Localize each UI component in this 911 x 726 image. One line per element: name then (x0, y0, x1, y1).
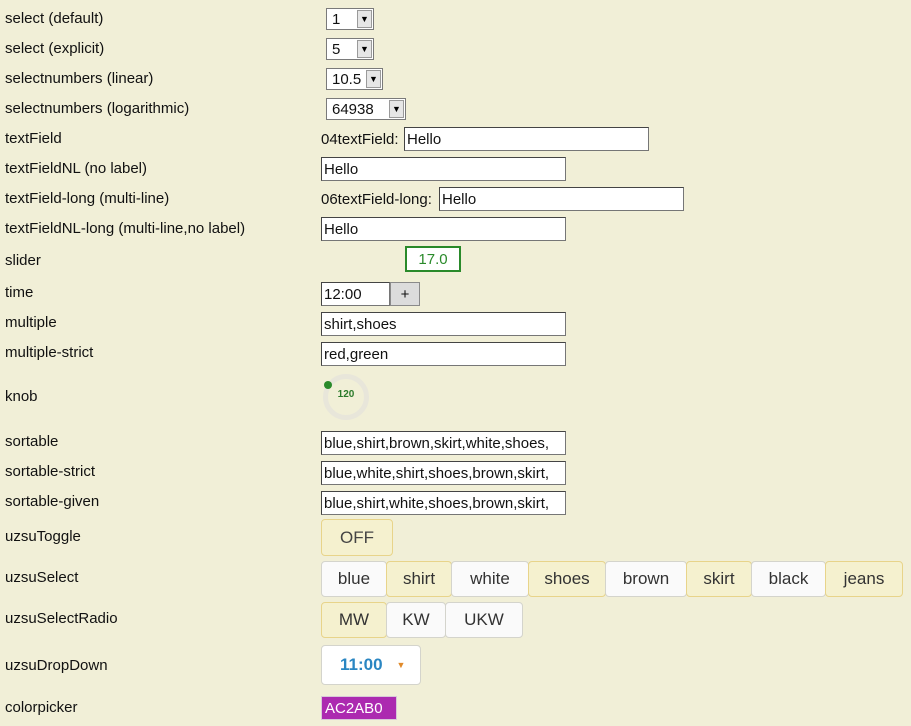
select-default-value: 1 (332, 10, 341, 28)
label-slider: slider (5, 252, 41, 269)
label-uzsu-dropdown: uzsuDropDown (5, 657, 108, 674)
label-colorpicker: colorpicker (5, 699, 78, 716)
label-multiple-strict: multiple-strict (5, 344, 94, 361)
textfield-input[interactable] (404, 127, 649, 151)
slider-value[interactable]: 17.0 (405, 246, 461, 272)
sortable-strict-input[interactable] (321, 461, 566, 485)
uzsu-dropdown-value: 11:00 (340, 655, 383, 674)
chevron-down-icon[interactable]: ▼ (389, 100, 404, 118)
selectnumbers-linear[interactable]: 10.5 ▼ (326, 68, 383, 90)
chevron-down-icon[interactable]: ▼ (357, 10, 372, 28)
uzsu-select-option-white[interactable]: white (451, 561, 529, 597)
chevron-down-icon[interactable]: ▼ (357, 40, 372, 58)
uzsu-select-option-shoes[interactable]: shoes (528, 561, 606, 597)
multiple-strict-input[interactable] (321, 342, 566, 366)
label-uzsu-select-radio: uzsuSelectRadio (5, 610, 118, 627)
uzsu-select-option-blue[interactable]: blue (321, 561, 387, 597)
textfield-long-prefix: 06textField-long: (321, 191, 432, 208)
uzsu-select-option-jeans[interactable]: jeans (825, 561, 903, 597)
label-uzsu-toggle: uzsuToggle (5, 528, 81, 545)
uzsu-radio-group: MW KW UKW (321, 602, 523, 638)
textfield-prefix: 04textField: (321, 131, 399, 148)
time-input[interactable] (321, 282, 390, 306)
label-selectnumbers-log: selectnumbers (logarithmic) (5, 100, 190, 117)
uzsu-select-option-brown[interactable]: brown (605, 561, 687, 597)
label-textfieldnl-long: textFieldNL-long (multi-line,no label) (5, 220, 246, 237)
time-add-button[interactable]: + (390, 282, 420, 306)
select-explicit[interactable]: 5 ▼ (326, 38, 374, 60)
textfieldnl-long-input[interactable] (321, 217, 566, 241)
select-default[interactable]: 1 ▼ (326, 8, 374, 30)
label-select-explicit: select (explicit) (5, 40, 105, 57)
label-multiple: multiple (5, 314, 57, 331)
textfield-long-input[interactable] (439, 187, 684, 211)
sortable-given-input[interactable] (321, 491, 566, 515)
uzsu-select-option-black[interactable]: black (751, 561, 826, 597)
label-selectnumbers-linear: selectnumbers (linear) (5, 70, 154, 87)
chevron-down-icon[interactable]: ▼ (366, 70, 381, 88)
uzsu-radio-option-mw[interactable]: MW (321, 602, 387, 638)
uzsu-select-option-skirt[interactable]: skirt (686, 561, 752, 597)
colorpicker-swatch[interactable]: AC2AB0 (321, 696, 397, 720)
selectnumbers-log[interactable]: 64938 ▼ (326, 98, 406, 120)
label-textfieldnl: textFieldNL (no label) (5, 160, 148, 177)
select-explicit-value: 5 (332, 40, 341, 58)
label-sortable-strict: sortable-strict (5, 463, 96, 480)
label-textfield-long: textField-long (multi-line) (5, 190, 170, 207)
label-sortable-given: sortable-given (5, 493, 100, 510)
uzsu-radio-option-kw[interactable]: KW (386, 602, 446, 638)
knob[interactable]: 120 (320, 372, 372, 420)
uzsu-select-option-shirt[interactable]: shirt (386, 561, 452, 597)
uzsu-select-group: blue shirt white shoes brown skirt black… (321, 561, 903, 597)
selectnumbers-linear-value: 10.5 (332, 70, 362, 88)
label-textfield: textField (5, 130, 62, 147)
label-time: time (5, 284, 34, 301)
uzsu-toggle-button[interactable]: OFF (321, 519, 393, 556)
chevron-down-icon: ▼ (396, 660, 406, 670)
uzsu-radio-option-ukw[interactable]: UKW (445, 602, 523, 638)
multiple-input[interactable] (321, 312, 566, 336)
selectnumbers-log-value: 64938 (332, 100, 374, 118)
label-sortable: sortable (5, 433, 59, 450)
label-select-default: select (default) (5, 10, 104, 27)
sortable-input[interactable] (321, 431, 566, 455)
uzsu-dropdown[interactable]: 11:00 ▼ (321, 645, 421, 685)
knob-indicator (324, 381, 332, 389)
label-knob: knob (5, 388, 38, 405)
textfieldnl-input[interactable] (321, 157, 566, 181)
label-uzsu-select: uzsuSelect (5, 569, 79, 586)
knob-value: 120 (337, 389, 355, 400)
